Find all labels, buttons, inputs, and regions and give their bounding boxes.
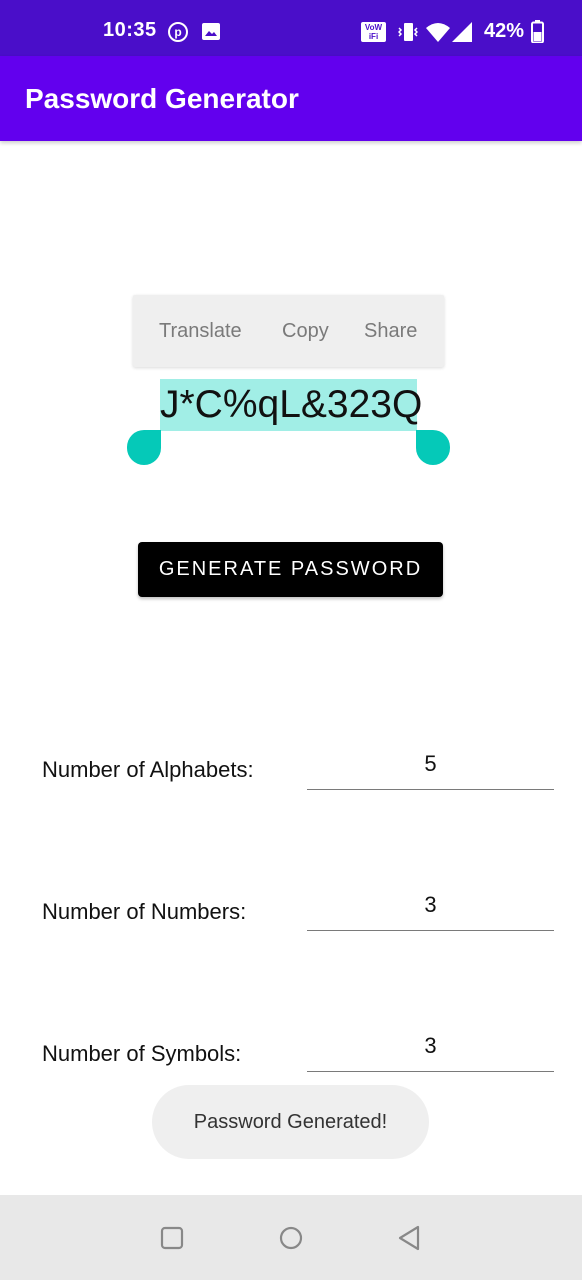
wifi-call-label: VoWiFi [364,23,383,41]
generated-password-text[interactable]: J*C%qL&323Q [160,379,422,431]
vibrate-icon [398,23,418,41]
image-icon [202,23,220,40]
recent-apps-icon[interactable] [160,1226,184,1250]
home-icon[interactable] [279,1226,303,1250]
numbers-value: 3 [424,892,437,917]
symbols-input[interactable]: 3 [307,1031,554,1072]
numbers-label: Number of Numbers: [42,899,247,924]
selection-start-handle[interactable] [127,430,161,465]
symbols-label: Number of Symbols: [42,1041,242,1066]
status-bar: 10:35 p VoWiFi 42% [0,0,582,56]
selection-end-handle[interactable] [416,430,450,465]
app-title: Password Generator [25,83,299,114]
back-icon[interactable] [397,1225,421,1251]
wifi-calling-icon: VoWiFi [361,22,386,42]
alphabets-value: 5 [424,751,437,776]
alphabets-label: Number of Alphabets: [42,757,254,782]
pinterest-icon: p [168,22,188,42]
toast-message: Password Generated! [152,1085,429,1159]
numbers-input[interactable]: 3 [307,890,554,931]
battery-percent: 42% [484,20,525,42]
signal-icon [452,22,472,42]
text-selection-toolbar: Translate Copy Share [133,295,444,367]
generate-password-button[interactable]: GENERATE PASSWORD [138,542,443,597]
battery-icon [531,20,544,43]
copy-button[interactable]: Copy [282,320,329,343]
wifi-icon [426,23,450,42]
share-button[interactable]: Share [364,320,417,343]
app-bar: Password Generator [0,56,582,141]
status-time: 10:35 [103,19,157,41]
alphabets-input[interactable]: 5 [307,749,554,790]
symbols-value: 3 [424,1033,437,1058]
translate-button[interactable]: Translate [159,320,242,343]
